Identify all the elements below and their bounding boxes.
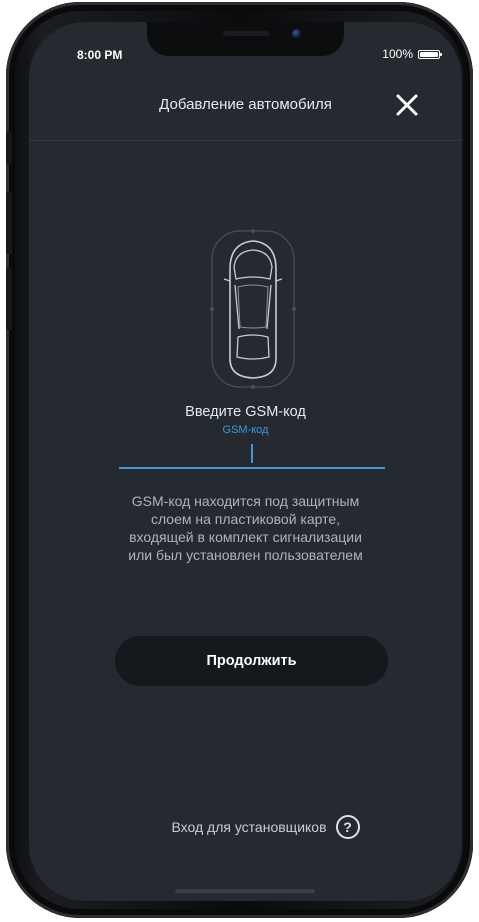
gsm-prompt: Введите GSM-код [185, 404, 306, 420]
volume-down-button [6, 268, 12, 330]
car-illustration [210, 229, 296, 389]
installer-login-label: Вход для установщиков [171, 819, 327, 835]
battery-icon [418, 49, 442, 59]
front-camera [292, 29, 301, 38]
status-battery: 100% [382, 47, 442, 61]
phone-frame: 8:00 PM 100% Добавление автомобиля Введи… [6, 2, 473, 918]
battery-percent: 100% [382, 47, 413, 61]
speaker-grille [223, 31, 269, 36]
hint-line: входящей в комплект сигнализации [129, 529, 362, 545]
close-button[interactable] [392, 90, 422, 120]
header: Добавление автомобиля [29, 82, 462, 126]
gsm-field-label: GSM-код [222, 424, 269, 436]
home-indicator [175, 889, 315, 893]
hint-line: GSM-код находится под защитным [131, 493, 360, 509]
app-screen: 8:00 PM 100% Добавление автомобиля Введи… [29, 22, 462, 901]
car-top-view-icon [210, 229, 296, 389]
help-icon[interactable]: ? [335, 815, 360, 839]
notch [147, 22, 344, 56]
header-divider [29, 140, 462, 141]
close-icon [396, 94, 418, 116]
volume-up-button [6, 192, 12, 254]
gsm-hint: GSM-код находится под защитным слоем на … [89, 492, 402, 564]
hint-line: слоем на пластиковой карте, [150, 511, 341, 527]
continue-button[interactable]: Продолжить [115, 636, 388, 686]
hint-line: или был установлен пользователем [128, 547, 363, 563]
installer-login-link[interactable]: Вход для установщиков ? [29, 815, 462, 839]
gsm-field-underline [119, 467, 385, 469]
mute-switch [6, 132, 12, 164]
status-time: 8:00 PM [77, 48, 123, 62]
text-cursor [251, 444, 253, 463]
